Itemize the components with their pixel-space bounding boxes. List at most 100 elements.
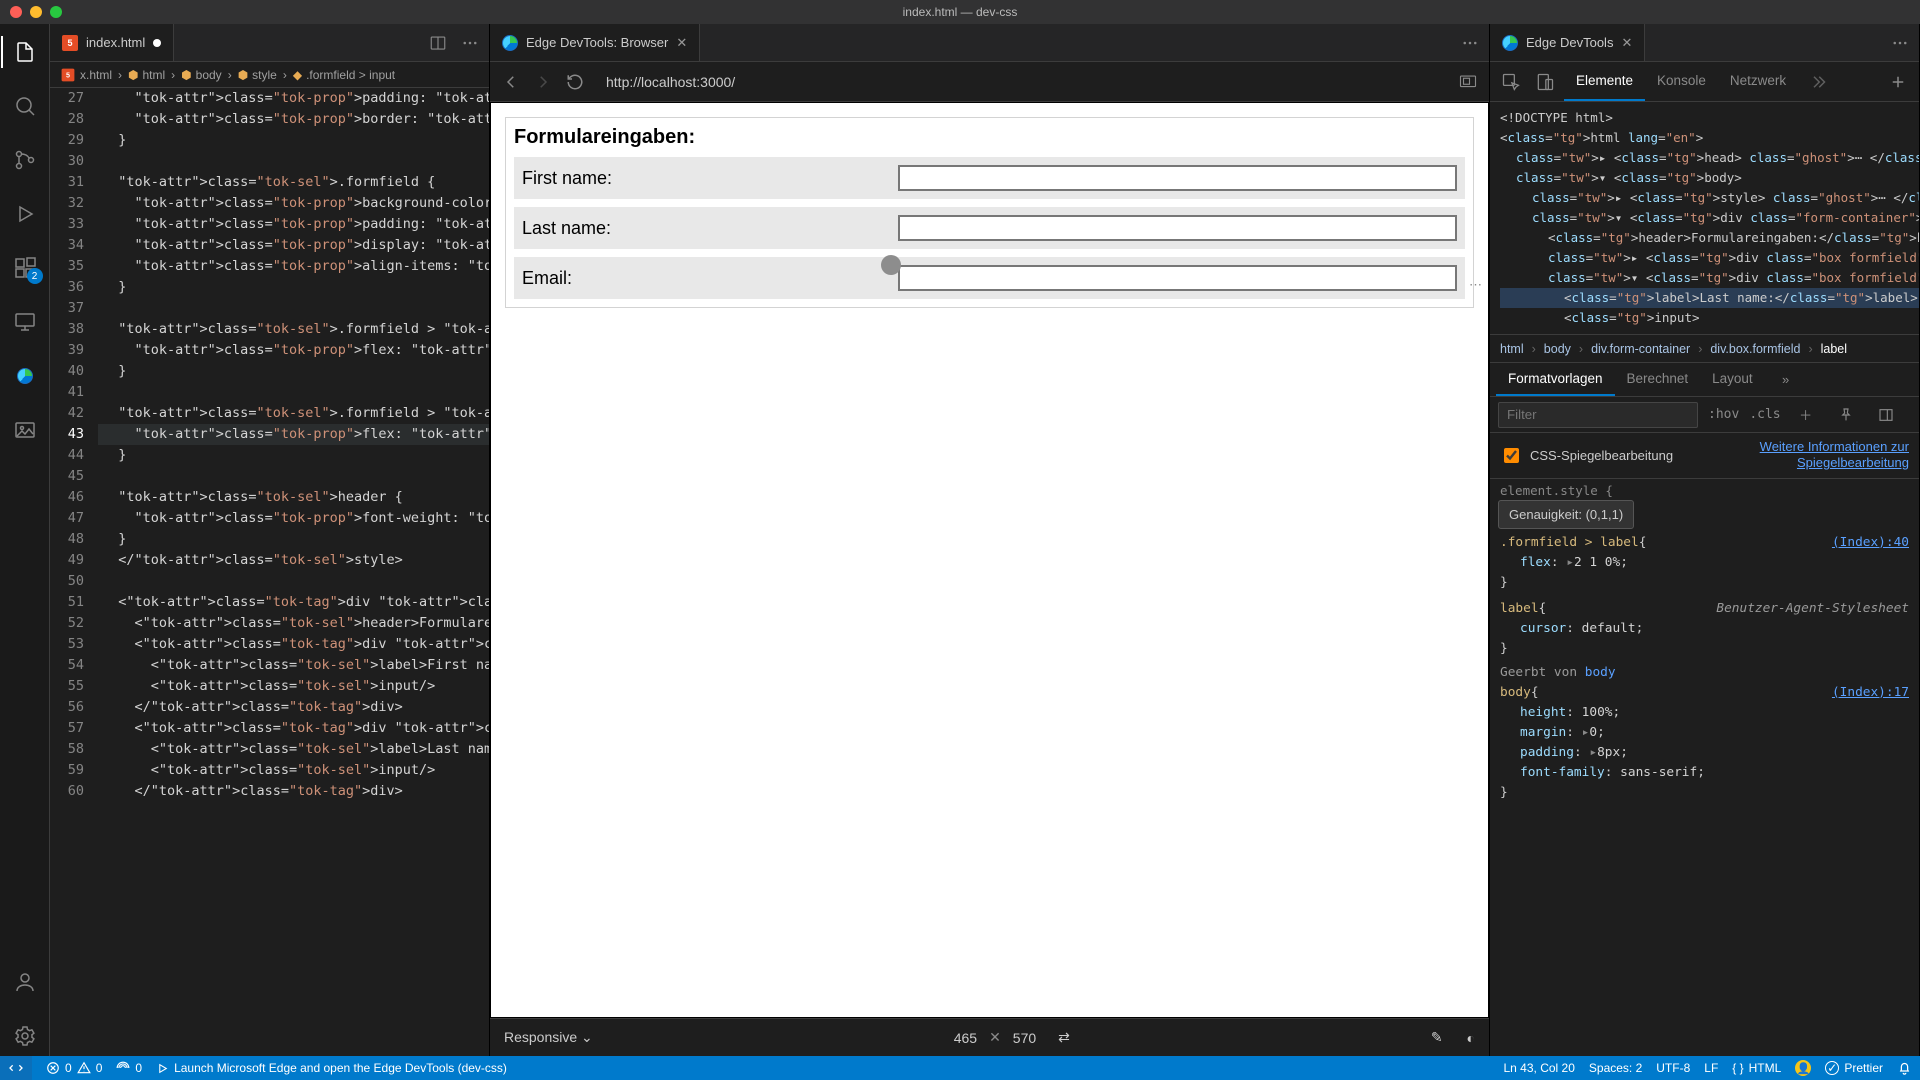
extensions-badge: 2 [27, 268, 43, 284]
panel-elements[interactable]: Elemente [1564, 62, 1645, 101]
more-subtabs-icon[interactable]: » [1771, 365, 1801, 395]
code-editor[interactable]: 2728293031323334353637383940414243444546… [50, 88, 489, 1056]
code-content[interactable]: "tok-attr">class="tok-prop">padding: "to… [98, 88, 489, 1056]
maximize-window-icon[interactable] [50, 6, 62, 18]
tab-label: Edge DevTools [1526, 35, 1613, 50]
css-mirror-checkbox[interactable] [1504, 448, 1519, 463]
hov-toggle[interactable]: :hov [1708, 407, 1739, 422]
browser-viewport[interactable]: Formulareingaben: First name: Last name:… [490, 102, 1489, 1018]
editor-group-browser: Edge DevTools: Browser ✕ http://localhos… [490, 24, 1490, 1056]
panel-console[interactable]: Konsole [1645, 62, 1718, 101]
more-actions-icon[interactable] [1461, 34, 1479, 52]
rotate-icon[interactable]: ⇄ [1058, 1029, 1070, 1046]
breadcrumb[interactable]: 5 x.html › ⬢ html › ⬢ body › ⬢ style › ◆… [50, 62, 489, 88]
formfield-first-name: First name: [514, 157, 1465, 199]
back-icon[interactable] [500, 71, 522, 93]
subtab-styles[interactable]: Formatvorlagen [1496, 363, 1615, 396]
dirty-indicator-icon [153, 39, 161, 47]
encoding[interactable]: UTF-8 [1656, 1061, 1690, 1075]
main-area: 2 5 index.html [0, 24, 1920, 1056]
label-last-name: Last name: [522, 218, 890, 239]
subtab-layout[interactable]: Layout [1700, 363, 1765, 396]
cls-toggle[interactable]: .cls [1749, 407, 1780, 422]
panel-layout-icon[interactable] [1871, 400, 1901, 430]
tab-label: index.html [86, 35, 145, 50]
editor-groups: 5 index.html 5 x.html › ⬢ html [50, 24, 1920, 1056]
close-tab-icon[interactable]: ✕ [1621, 35, 1632, 51]
indentation[interactable]: Spaces: 2 [1589, 1061, 1642, 1075]
new-style-rule-icon[interactable]: ＋ [1791, 400, 1821, 430]
window-controls [10, 6, 62, 18]
device-emulation-icon[interactable] [1530, 67, 1560, 97]
extensions-icon[interactable]: 2 [1, 248, 49, 288]
dom-tree[interactable]: <!DOCTYPE html><class="tg">html lang="en… [1490, 102, 1919, 335]
editor-group-devtools: Edge DevTools ✕ Elemente Konsole Netzwer… [1490, 24, 1920, 1056]
styles-pane[interactable]: .formfield > label {(Index):40 flex: ▸2 … [1490, 527, 1919, 809]
reload-icon[interactable] [564, 71, 586, 93]
eyedropper-icon[interactable]: ✎ [1431, 1029, 1443, 1046]
live-preview-icon[interactable]: 👤 [1795, 1060, 1811, 1076]
eol[interactable]: LF [1704, 1061, 1718, 1075]
input-email[interactable] [898, 265, 1457, 291]
source-control-icon[interactable] [1, 140, 49, 180]
editor-tab-actions [419, 24, 489, 61]
editor-group-code: 5 index.html 5 x.html › ⬢ html [50, 24, 490, 1056]
vision-deficiency-icon[interactable]: ◐ [1467, 1030, 1475, 1046]
search-icon[interactable] [1, 86, 49, 126]
image-preview-icon[interactable] [1, 410, 49, 450]
device-mode-select[interactable]: Responsive ⌄ [504, 1029, 593, 1046]
edge-tools-icon[interactable] [1, 356, 49, 396]
form-header: Formulareingaben: [514, 126, 1465, 149]
css-mirror-label: CSS-Spiegelbearbeitung [1530, 448, 1673, 463]
source-link[interactable]: (Index):17 [1832, 683, 1909, 703]
line-number-gutter: 2728293031323334353637383940414243444546… [50, 88, 98, 1056]
minimize-window-icon[interactable] [30, 6, 42, 18]
subtab-computed[interactable]: Berechnet [1615, 363, 1701, 396]
tab-edge-devtools[interactable]: Edge DevTools ✕ [1490, 24, 1645, 61]
viewport-height[interactable]: 570 [1013, 1030, 1036, 1046]
split-editor-icon[interactable] [429, 34, 447, 52]
remote-explorer-icon[interactable] [1, 302, 49, 342]
html-file-icon: 5 [62, 35, 78, 51]
input-last-name[interactable] [898, 215, 1457, 241]
language-mode[interactable]: { } HTML [1732, 1061, 1781, 1075]
source-link[interactable]: (Index):40 [1832, 533, 1909, 553]
close-window-icon[interactable] [10, 6, 22, 18]
overflow-icon[interactable]: ⋯ [1469, 277, 1482, 293]
dom-breadcrumb[interactable]: html› body› div.form-container› div.box.… [1490, 335, 1919, 363]
pin-icon[interactable] [1831, 400, 1861, 430]
notifications-icon[interactable] [1897, 1061, 1912, 1076]
add-panel-icon[interactable] [1883, 67, 1913, 97]
run-debug-icon[interactable] [1, 194, 49, 234]
remote-indicator[interactable] [0, 1056, 32, 1080]
launch-task-button[interactable]: Launch Microsoft Edge and open the Edge … [156, 1061, 507, 1075]
more-actions-icon[interactable] [1891, 34, 1909, 52]
css-mirror-info-link[interactable]: Weitere Informationen zur Spiegelbearbei… [1681, 439, 1909, 472]
resize-handle-icon[interactable] [881, 255, 901, 275]
chevron-down-icon: ⌄ [581, 1029, 593, 1045]
styles-filter-input[interactable] [1498, 402, 1698, 428]
problems-indicator[interactable]: 0 0 [46, 1061, 102, 1075]
settings-gear-icon[interactable] [1, 1016, 49, 1056]
close-tab-icon[interactable]: ✕ [676, 35, 687, 51]
cursor-position[interactable]: Ln 43, Col 20 [1504, 1061, 1575, 1075]
panel-network[interactable]: Netzwerk [1718, 62, 1798, 101]
explorer-icon[interactable] [1, 32, 49, 72]
input-first-name[interactable] [898, 165, 1457, 191]
styles-filter-bar: :hov .cls ＋ [1490, 397, 1919, 433]
account-icon[interactable] [1, 962, 49, 1002]
devtools-tab-actions [1881, 24, 1919, 61]
dimension-separator-icon: ✕ [989, 1029, 1001, 1046]
viewport-width[interactable]: 465 [954, 1030, 977, 1046]
more-panels-icon[interactable] [1802, 67, 1832, 97]
address-bar[interactable]: http://localhost:3000/ [596, 68, 1447, 96]
forward-icon[interactable] [532, 71, 554, 93]
form-container: Formulareingaben: First name: Last name:… [505, 117, 1474, 308]
prettier-status[interactable]: ✓ Prettier [1825, 1061, 1883, 1075]
tab-index-html[interactable]: 5 index.html [50, 24, 174, 61]
inspect-element-icon[interactable] [1496, 67, 1526, 97]
screencast-icon[interactable] [1457, 71, 1479, 93]
more-actions-icon[interactable] [461, 34, 479, 52]
tab-edge-browser[interactable]: Edge DevTools: Browser ✕ [490, 24, 700, 61]
ports-indicator[interactable]: 0 [116, 1061, 142, 1075]
